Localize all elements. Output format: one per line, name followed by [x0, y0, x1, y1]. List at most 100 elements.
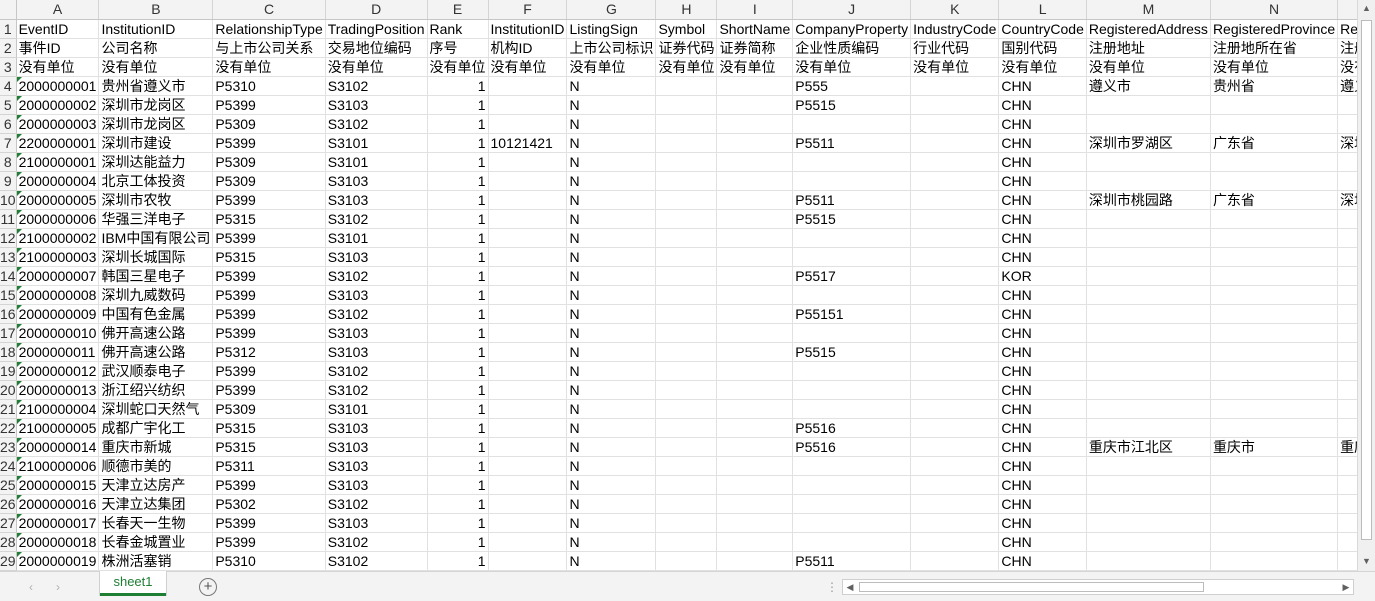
cell[interactable]: IBM中国有限公司 — [98, 228, 214, 248]
cell[interactable] — [1210, 342, 1339, 362]
row-header[interactable]: 14 — [0, 266, 17, 286]
cell[interactable] — [1210, 304, 1339, 324]
cell[interactable]: 1 — [427, 551, 489, 571]
cell[interactable]: N — [566, 323, 657, 343]
cell[interactable]: S3102 — [325, 114, 428, 134]
cell[interactable]: EventID — [16, 19, 100, 39]
cell[interactable] — [1086, 399, 1211, 419]
cell[interactable]: 深圳九威数码 — [98, 285, 214, 305]
cell[interactable] — [910, 228, 1000, 248]
cell[interactable]: 2000000004 — [16, 171, 100, 191]
cell[interactable]: 广东省 — [1210, 190, 1339, 210]
cell[interactable]: P5315 — [212, 418, 326, 438]
cell[interactable]: P5515 — [792, 95, 912, 115]
cell[interactable]: 2000000015 — [16, 475, 100, 495]
cell[interactable]: N — [566, 266, 657, 286]
cell[interactable]: 长春金城置业 — [98, 532, 214, 552]
row-header[interactable]: 5 — [0, 95, 17, 115]
cell[interactable] — [1210, 228, 1339, 248]
row-header[interactable]: 25 — [0, 475, 17, 495]
cell[interactable]: 深圳市建设 — [98, 133, 214, 153]
cell[interactable]: Symbol — [655, 19, 718, 39]
cell[interactable] — [910, 342, 1000, 362]
cell[interactable]: CHN — [998, 247, 1087, 267]
cell[interactable]: S3101 — [325, 133, 428, 153]
cell[interactable]: RelationshipType — [212, 19, 326, 39]
cell[interactable]: 1 — [427, 209, 489, 229]
cell[interactable] — [488, 247, 568, 267]
cell[interactable] — [716, 361, 794, 381]
cell[interactable]: P555 — [792, 76, 912, 96]
row-header[interactable]: 7 — [0, 133, 17, 153]
cell[interactable] — [1086, 513, 1211, 533]
cell[interactable]: CHN — [998, 76, 1087, 96]
cell[interactable]: 2000000016 — [16, 494, 100, 514]
cell[interactable]: 深圳长城国际 — [98, 247, 214, 267]
cell[interactable]: InstitutionID — [488, 19, 568, 39]
cell[interactable]: 天津立达房产 — [98, 475, 214, 495]
row-header[interactable]: 26 — [0, 494, 17, 514]
cell[interactable]: RegisteredAddress — [1086, 19, 1211, 39]
cell[interactable]: 没有单位 — [1337, 57, 1357, 77]
cell[interactable]: 1 — [427, 342, 489, 362]
cell[interactable]: 没有单位 — [1086, 57, 1211, 77]
cell[interactable]: CHN — [998, 551, 1087, 571]
cell[interactable] — [910, 247, 1000, 267]
row-header[interactable]: 6 — [0, 114, 17, 134]
cell[interactable] — [1210, 361, 1339, 381]
cell[interactable]: CHN — [998, 114, 1087, 134]
cell[interactable]: 遵义市 — [1337, 76, 1357, 96]
cell[interactable]: 长春天一生物 — [98, 513, 214, 533]
cell[interactable]: Rank — [427, 19, 489, 39]
horizontal-scroll-thumb[interactable] — [859, 582, 1204, 592]
cell[interactable] — [716, 399, 794, 419]
cell[interactable] — [488, 399, 568, 419]
cell[interactable]: P5309 — [212, 171, 326, 191]
cell[interactable]: P5516 — [792, 437, 912, 457]
cell[interactable]: 公司名称 — [98, 38, 214, 58]
cell[interactable] — [910, 475, 1000, 495]
cell[interactable]: 北京工体投资 — [98, 171, 214, 191]
cell[interactable]: N — [566, 76, 657, 96]
cell[interactable]: 2000000014 — [16, 437, 100, 457]
cell[interactable] — [488, 323, 568, 343]
cell[interactable]: 重庆市 — [1210, 437, 1339, 457]
cell[interactable]: 1 — [427, 114, 489, 134]
cell[interactable]: 没有单位 — [792, 57, 912, 77]
cell[interactable]: 没有单位 — [566, 57, 657, 77]
cell[interactable] — [1086, 114, 1211, 134]
cell[interactable]: 1 — [427, 133, 489, 153]
cell[interactable]: 2000000011 — [16, 342, 100, 362]
cell[interactable] — [655, 513, 718, 533]
cell[interactable]: 2000000018 — [16, 532, 100, 552]
row-header[interactable]: 29 — [0, 551, 17, 571]
row-header[interactable]: 17 — [0, 323, 17, 343]
cell[interactable] — [910, 133, 1000, 153]
cell[interactable]: N — [566, 114, 657, 134]
column-header[interactable]: M — [1086, 0, 1211, 20]
cell[interactable] — [1086, 323, 1211, 343]
cell[interactable]: N — [566, 456, 657, 476]
cell[interactable]: 贵州省 — [1210, 76, 1339, 96]
spreadsheet-grid[interactable]: ABCDEFGHIJKLMNOPQRS 1EventIDInstitutionI… — [0, 0, 1357, 571]
cell[interactable] — [1337, 95, 1357, 115]
cell[interactable]: P5515 — [792, 342, 912, 362]
cell[interactable] — [655, 399, 718, 419]
cell[interactable] — [1337, 171, 1357, 191]
cell[interactable]: N — [566, 513, 657, 533]
cell[interactable]: CHN — [998, 152, 1087, 172]
cell[interactable] — [1337, 342, 1357, 362]
cell[interactable]: CHN — [998, 456, 1087, 476]
cell[interactable]: S3102 — [325, 266, 428, 286]
cell[interactable] — [655, 171, 718, 191]
cell[interactable]: 1 — [427, 171, 489, 191]
cell[interactable] — [1337, 228, 1357, 248]
cell[interactable] — [792, 399, 912, 419]
cell[interactable]: N — [566, 342, 657, 362]
cell[interactable] — [1086, 418, 1211, 438]
cell[interactable]: 佛开高速公路 — [98, 342, 214, 362]
cell[interactable]: S3103 — [325, 323, 428, 343]
cell[interactable]: ListingSign — [566, 19, 657, 39]
cell[interactable] — [910, 399, 1000, 419]
cell[interactable]: S3102 — [325, 361, 428, 381]
